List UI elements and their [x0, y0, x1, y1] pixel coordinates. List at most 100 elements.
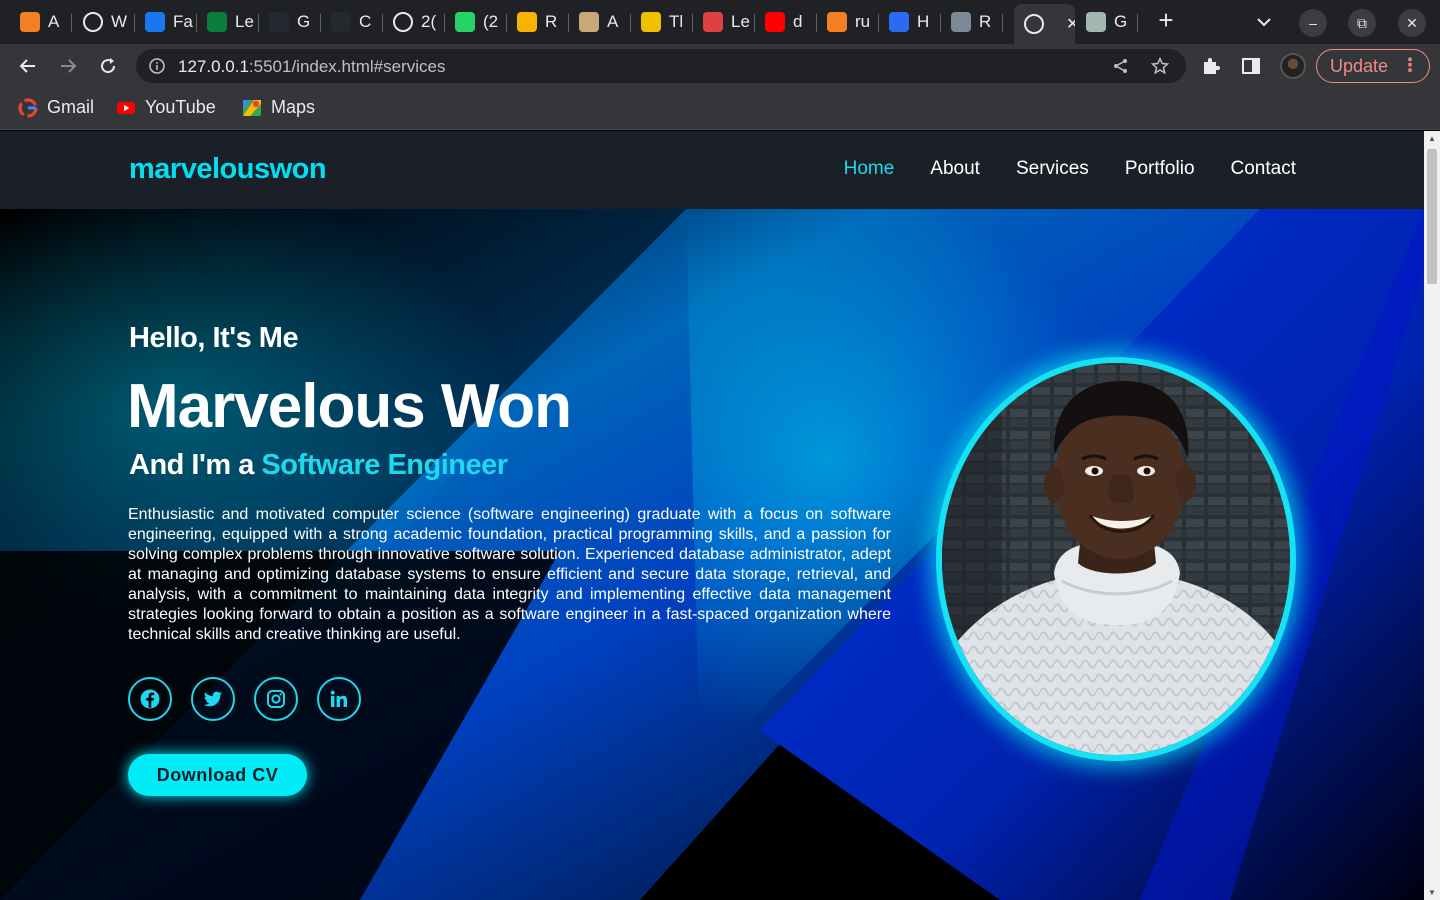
scroll-down-arrow-icon[interactable]: ▼	[1427, 888, 1437, 897]
browser-tab[interactable]: R	[941, 6, 1003, 38]
bookmark-star-icon[interactable]	[1151, 57, 1169, 75]
web-page: marvelouswon Home About Services Portfol…	[0, 131, 1424, 900]
browser-tab[interactable]: C	[321, 6, 383, 38]
main-nav: Home About Services Portfolio Contact	[844, 158, 1296, 180]
nav-contact[interactable]: Contact	[1231, 158, 1296, 180]
browser-tab[interactable]: Le	[197, 6, 259, 38]
github-icon	[331, 12, 351, 32]
linkedin-link[interactable]	[317, 677, 361, 721]
new-tab-button[interactable]: +	[1153, 7, 1179, 34]
tab-title: G	[297, 12, 311, 31]
browser-tab-strip: + – ⧉ ✕ A W Fa Le G C 2((2 R A Tl Le d ru H R ✕ G	[0, 0, 1440, 44]
browser-tab[interactable]: G	[1076, 6, 1138, 38]
page-scrollbar[interactable]: ▲ ▼	[1424, 131, 1440, 900]
slash-icon	[703, 12, 723, 32]
tab-title: d	[793, 12, 803, 31]
tab-title: 2(	[421, 12, 437, 31]
instagram-link[interactable]	[254, 677, 298, 721]
side-panel-icon[interactable]	[1241, 56, 1261, 76]
restore-button[interactable]: ⧉	[1348, 9, 1376, 37]
browser-tab[interactable]: H	[879, 6, 941, 38]
portrait-image	[942, 363, 1290, 755]
tab-separator	[1002, 14, 1003, 32]
info-icon[interactable]	[148, 57, 166, 75]
download-cv-button[interactable]: Download CV	[128, 754, 307, 796]
address-bar[interactable]: 127.0.0.1:5501/index.html#services	[136, 49, 1186, 83]
url-text[interactable]: 127.0.0.1:5501/index.html#services	[178, 57, 445, 77]
back-button[interactable]	[16, 54, 40, 78]
scrollbar-thumb[interactable]	[1427, 149, 1437, 284]
browser-tab[interactable]: G	[259, 6, 321, 38]
site-logo[interactable]: marvelouswon	[129, 153, 327, 186]
nav-home[interactable]: Home	[844, 158, 895, 180]
url-path: :5501/index.html#services	[248, 57, 446, 76]
tab-title: (2	[483, 12, 499, 31]
bookmark-youtube[interactable]: YouTube	[116, 97, 216, 118]
facebook-link[interactable]	[128, 677, 172, 721]
bookmark-maps[interactable]: Maps	[242, 97, 315, 118]
loop-icon	[889, 12, 909, 32]
url-host: 127.0.0.1	[178, 57, 249, 76]
nav-services[interactable]: Services	[1016, 158, 1089, 180]
tab-title: Le	[235, 12, 254, 31]
browser-tab[interactable]: W	[73, 6, 135, 38]
browser-tab[interactable]: (2	[445, 6, 507, 38]
minimize-button[interactable]: –	[1299, 9, 1327, 37]
openai-icon	[1086, 12, 1106, 32]
extensions-puzzle-icon[interactable]	[1201, 56, 1221, 76]
update-button[interactable]: Update ⋮	[1316, 49, 1430, 83]
whatsapp-icon	[455, 12, 475, 32]
reload-button[interactable]	[96, 54, 120, 78]
arrow-right-icon	[61, 59, 77, 73]
browser-tab[interactable]: ✕	[1014, 4, 1075, 44]
arrow-left-icon	[19, 59, 35, 73]
browser-tab[interactable]: d	[755, 6, 817, 38]
stack-icon	[20, 12, 40, 32]
tab-title: R	[545, 12, 558, 31]
scroll-up-arrow-icon[interactable]: ▲	[1427, 134, 1437, 143]
mascot-icon	[641, 12, 661, 32]
tab-separator	[71, 14, 72, 32]
role-prefix: And I'm a	[129, 449, 262, 481]
globe-icon	[1024, 14, 1044, 34]
more-menu-icon[interactable]: ⋮	[1401, 55, 1419, 76]
browser-tab[interactable]: R	[507, 6, 569, 38]
globe-icon	[393, 12, 413, 32]
profile-avatar[interactable]	[1280, 53, 1306, 79]
bookmark-label: YouTube	[145, 97, 216, 117]
share-icon[interactable]	[1112, 57, 1130, 75]
bookmark-gmail[interactable]: Gmail	[18, 97, 94, 118]
browser-tab[interactable]: Tl	[631, 6, 693, 38]
reload-icon	[101, 58, 116, 74]
browser-tab[interactable]: ru	[817, 6, 879, 38]
twitter-link[interactable]	[191, 677, 235, 721]
facebook-icon	[140, 689, 160, 709]
tab-title: Tl	[669, 12, 684, 31]
globe-icon	[83, 12, 103, 32]
browser-tab[interactable]: 2(	[383, 6, 445, 38]
social-links	[128, 677, 361, 721]
close-tab-icon[interactable]: ✕	[1066, 14, 1075, 34]
site-header: marvelouswon Home About Services Portfol…	[0, 131, 1424, 209]
monitor-icon	[951, 12, 971, 32]
twitter-icon	[203, 691, 223, 707]
browser-tab[interactable]: A	[569, 6, 631, 38]
profile-photo	[936, 357, 1296, 761]
hero-greeting: Hello, It's Me	[129, 322, 299, 354]
tab-title: ru	[855, 12, 871, 31]
close-window-button[interactable]: ✕	[1398, 9, 1426, 37]
tab-title: G	[1114, 12, 1128, 31]
browser-tab[interactable]: Le	[693, 6, 755, 38]
instagram-icon	[267, 690, 285, 708]
browser-tab[interactable]: A	[10, 6, 72, 38]
nav-portfolio[interactable]: Portfolio	[1125, 158, 1195, 180]
github-icon	[269, 12, 289, 32]
tab-search-icon[interactable]	[1254, 12, 1274, 32]
nav-about[interactable]: About	[930, 158, 980, 180]
hero-name: Marvelous Won	[127, 372, 572, 441]
tab-title: A	[48, 12, 60, 31]
forward-button[interactable]	[56, 54, 80, 78]
tab-title: A	[607, 12, 619, 31]
tab-title: Le	[731, 12, 750, 31]
browser-tab[interactable]: Fa	[135, 6, 197, 38]
